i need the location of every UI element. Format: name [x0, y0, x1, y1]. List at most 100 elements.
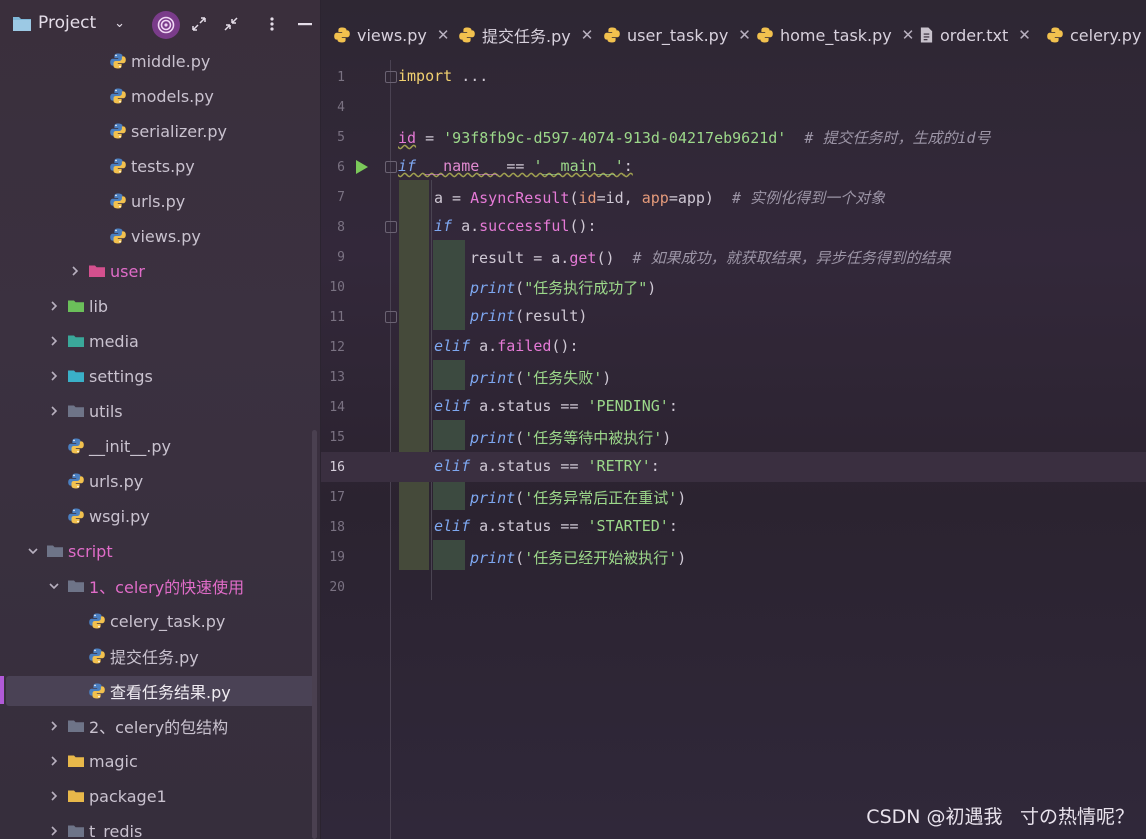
- tree-folder-item[interactable]: t_redis: [0, 816, 316, 839]
- tree-folder-item[interactable]: 2、celery的包结构: [0, 711, 316, 741]
- folder-icon: [67, 822, 85, 839]
- code-token: '任务等待中被执行': [524, 429, 663, 447]
- hide-panel-button[interactable]: [293, 12, 317, 36]
- code-token: ): [647, 279, 657, 297]
- code-token: =: [416, 129, 444, 147]
- chevron-down-icon[interactable]: [47, 579, 61, 593]
- tree-file-item[interactable]: tests.py: [0, 151, 316, 181]
- editor-tab[interactable]: user_task.py ✕: [603, 22, 751, 48]
- chevron-right-icon[interactable]: [47, 789, 61, 803]
- library-folder-icon: [67, 297, 85, 315]
- chevron-right-icon[interactable]: [47, 334, 61, 348]
- more-vertical-icon: [270, 17, 274, 31]
- tree-item-label: package1: [89, 786, 167, 806]
- code-token: :: [668, 517, 678, 535]
- folder-icon: [46, 542, 64, 560]
- editor-tab[interactable]: celery.py: [1046, 22, 1141, 48]
- line-number: 17: [329, 490, 345, 505]
- tree-folder-item[interactable]: script: [0, 536, 316, 566]
- line-number: 18: [329, 520, 345, 535]
- code-token: '93f8fb9c-d597-4074-913d-04217eb9621d': [443, 129, 787, 147]
- chevron-right-icon[interactable]: [47, 369, 61, 383]
- code-token: ): [662, 429, 672, 447]
- tree-file-item[interactable]: urls.py: [0, 466, 316, 496]
- tree-item-label: user: [110, 261, 145, 281]
- code-token: ():: [569, 217, 597, 235]
- options-button[interactable]: [260, 12, 284, 36]
- tree-file-item[interactable]: models.py: [0, 81, 316, 111]
- chevron-right-icon[interactable]: [68, 264, 82, 278]
- close-icon[interactable]: ✕: [581, 26, 594, 44]
- python-file-icon: [109, 227, 127, 245]
- editor-tab[interactable]: 提交任务.py ✕: [458, 22, 593, 48]
- close-icon[interactable]: ✕: [902, 26, 915, 44]
- code-editor: views.py ✕ 提交任务.py ✕ user_task.py ✕ home_task.…: [321, 0, 1146, 839]
- code-token: :: [623, 157, 633, 175]
- line-number: 14: [329, 400, 345, 415]
- tree-folder-item[interactable]: magic: [0, 746, 316, 776]
- tab-label: home_task.py: [780, 25, 892, 45]
- editor-tab[interactable]: order.txt ✕: [919, 22, 1031, 48]
- tree-file-item[interactable]: views.py: [0, 221, 316, 251]
- close-icon[interactable]: ✕: [738, 26, 751, 44]
- close-icon[interactable]: ✕: [1018, 26, 1031, 44]
- code-token: (: [515, 549, 525, 567]
- code-token: (: [515, 429, 525, 447]
- target-locate-button[interactable]: [152, 11, 180, 39]
- folder-icon: [67, 717, 85, 735]
- code-line: 19 print('任务已经开始被执行'): [321, 542, 1146, 572]
- selection-marker: [0, 676, 4, 704]
- tree-item-label: urls.py: [131, 191, 186, 211]
- tree-file-item[interactable]: 提交任务.py: [0, 641, 316, 671]
- editor-tab[interactable]: home_task.py ✕: [756, 22, 914, 48]
- tree-folder-item[interactable]: user: [0, 256, 316, 286]
- code-token: app: [641, 189, 669, 207]
- tree-folder-item[interactable]: media: [0, 326, 316, 356]
- tree-file-item[interactable]: middle.py: [0, 46, 316, 76]
- code-line: 13 print('任务失败'): [321, 362, 1146, 392]
- code-token: print: [470, 279, 516, 297]
- tree-file-item[interactable]: celery_task.py: [0, 606, 316, 636]
- tree-item-label: 1、celery的快速使用: [89, 578, 245, 597]
- code-token: print: [470, 369, 516, 387]
- tree-file-item[interactable]: wsgi.py: [0, 501, 316, 531]
- tree-folder-item[interactable]: package1: [0, 781, 316, 811]
- code-line: 4: [321, 92, 1146, 122]
- project-title: Project: [38, 13, 97, 33]
- collapse-all-button[interactable]: [219, 12, 243, 36]
- editor-tab-bar: views.py ✕ 提交任务.py ✕ user_task.py ✕ home_task.…: [321, 0, 1146, 60]
- tree-file-item[interactable]: 查看任务结果.py: [6, 676, 316, 706]
- tab-label: 提交任务.py: [482, 27, 571, 46]
- python-file-icon: [109, 52, 127, 70]
- chevron-right-icon[interactable]: [47, 719, 61, 733]
- chevron-right-icon[interactable]: [47, 404, 61, 418]
- project-scrollbar[interactable]: [312, 430, 317, 839]
- code-token: (: [515, 279, 525, 297]
- chevron-right-icon[interactable]: [47, 299, 61, 313]
- target-icon: [157, 16, 175, 34]
- expand-all-button[interactable]: [187, 12, 211, 36]
- code-line: 8 if a.successful():: [321, 212, 1146, 242]
- editor-tab[interactable]: views.py ✕: [333, 22, 449, 48]
- tree-folder-item[interactable]: 1、celery的快速使用: [0, 571, 316, 601]
- code-line-current: 16 elif a.status == 'RETRY':: [321, 452, 1146, 482]
- close-icon[interactable]: ✕: [437, 26, 450, 44]
- tree-item-label: lib: [89, 296, 109, 316]
- chevron-right-icon[interactable]: [47, 754, 61, 768]
- tree-folder-item[interactable]: utils: [0, 396, 316, 426]
- python-file-icon: [603, 26, 621, 44]
- chevron-down-icon[interactable]: [26, 544, 40, 558]
- tree-file-item[interactable]: serializer.py: [0, 116, 316, 146]
- chevron-right-icon[interactable]: [47, 824, 61, 838]
- code-token: ():: [551, 337, 579, 355]
- tree-file-item[interactable]: urls.py: [0, 186, 316, 216]
- tree-folder-item[interactable]: lib: [0, 291, 316, 321]
- python-file-icon: [109, 157, 127, 175]
- code-token: ==: [497, 157, 534, 175]
- tree-folder-item[interactable]: settings: [0, 361, 316, 391]
- tree-file-item[interactable]: __init__.py: [0, 431, 316, 461]
- project-view-selector[interactable]: Project ⌄: [12, 13, 125, 33]
